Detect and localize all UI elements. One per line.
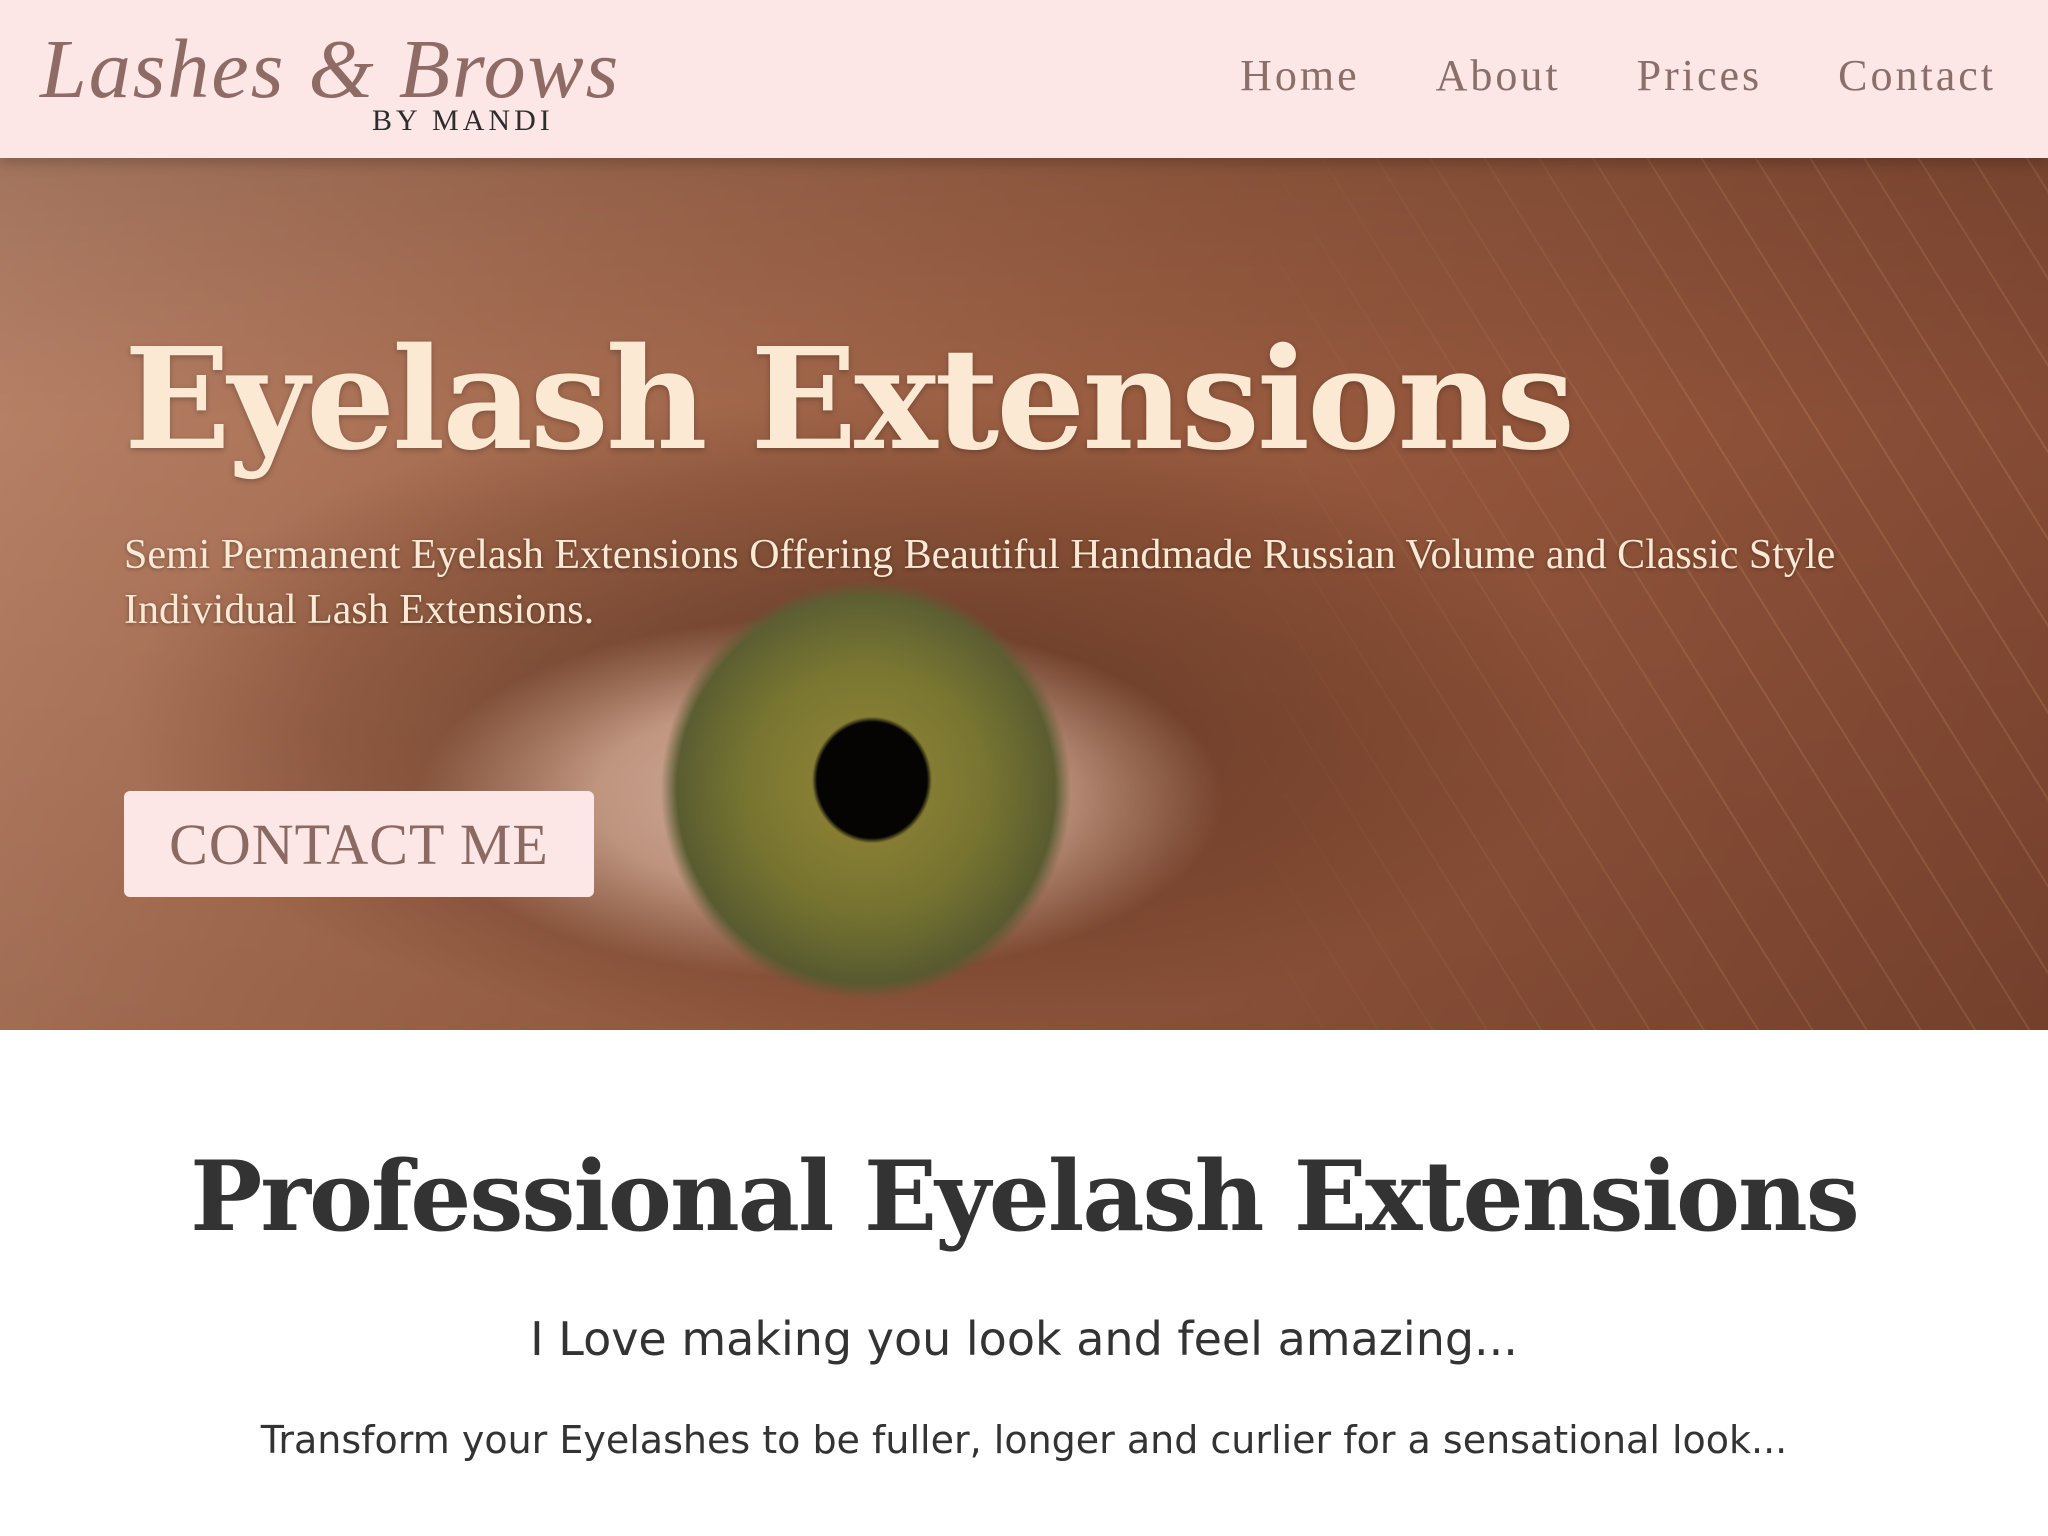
nav-about-link[interactable]: About — [1436, 50, 1561, 101]
contact-me-button[interactable]: CONTACT ME — [124, 791, 594, 897]
nav-prices-link[interactable]: Prices — [1637, 50, 1763, 101]
hero-title: Eyelash Extensions — [124, 318, 1575, 482]
nav-contact-link[interactable]: Contact — [1838, 50, 1996, 101]
section-body-text: Transform your Eyelashes to be fuller, l… — [260, 1418, 1788, 1462]
section-tagline: I Love making you look and feel amazing.… — [530, 1312, 1518, 1366]
hero-banner: Eyelash Extensions Semi Permanent Eyelas… — [0, 158, 2048, 1030]
hero-subtitle: Semi Permanent Eyelash Extensions Offeri… — [124, 532, 1836, 633]
site-header: Lashes & Brows BY MANDI Home About Price… — [0, 0, 2048, 158]
site-logo[interactable]: Lashes & Brows BY MANDI — [40, 20, 618, 140]
section-title: Professional Eyelash Extensions — [190, 1140, 1860, 1253]
main-nav: Home About Prices Contact — [1240, 50, 1996, 101]
logo-subtitle: BY MANDI — [372, 104, 554, 137]
nav-home-link[interactable]: Home — [1240, 50, 1360, 101]
